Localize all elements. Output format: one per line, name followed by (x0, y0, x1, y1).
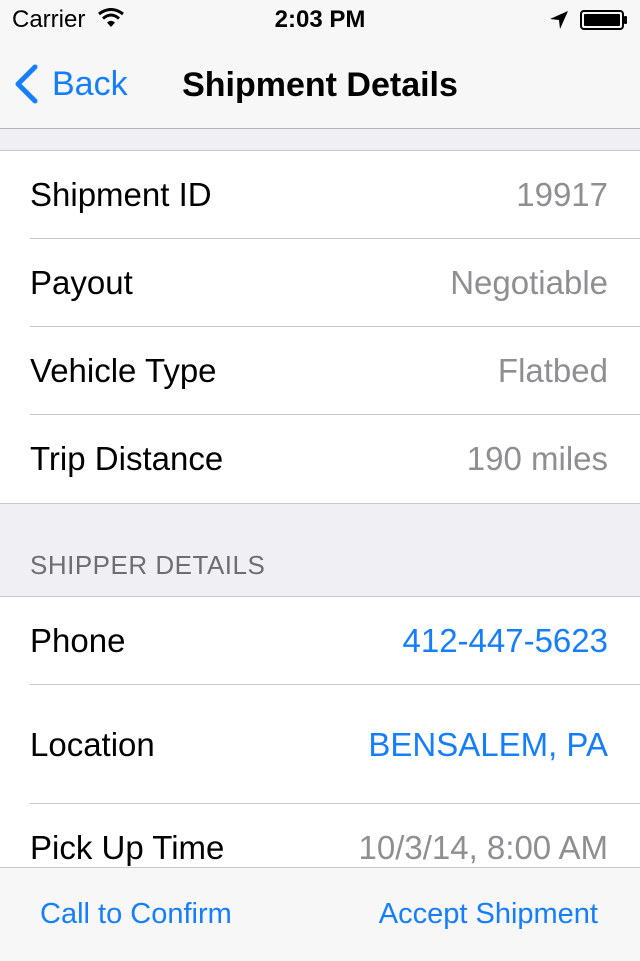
row-label: Location (30, 726, 155, 763)
status-bar: Carrier 2:03 PM (0, 0, 640, 40)
phone-link[interactable]: 412-447-5623 (402, 597, 608, 685)
row-value: Flatbed (497, 352, 608, 389)
detail-row-trip-distance: Trip Distance 190 miles (0, 415, 640, 503)
call-to-confirm-button[interactable]: Call to Confirm (40, 868, 232, 961)
clock: 2:03 PM (274, 6, 366, 33)
row-value: 19917 (516, 176, 608, 213)
detail-row-payout: Payout Negotiable (0, 239, 640, 327)
shipment-details-group: Shipment ID 19917 Payout Negotiable Vehi… (0, 150, 640, 504)
row-label: Phone (30, 622, 126, 659)
row-label: Payout (30, 264, 133, 301)
location-arrow-icon (549, 10, 569, 35)
row-label: Vehicle Type (30, 352, 217, 389)
row-value: 190 miles (466, 440, 608, 477)
section-header-shipper-details: SHIPPER DETAILS (30, 550, 266, 580)
detail-row-shipment-id: Shipment ID 19917 (0, 151, 640, 239)
battery-icon (580, 10, 628, 35)
location-link[interactable]: BENSALEM, PA (368, 685, 608, 804)
navigation-bar: Back Shipment Details (0, 40, 640, 129)
detail-row-vehicle-type: Vehicle Type Flatbed (0, 327, 640, 415)
bottom-toolbar: Call to Confirm Accept Shipment (0, 867, 640, 961)
shipper-details-group: Phone 412-447-5623 Location BENSALEM, PA… (0, 596, 640, 887)
row-label: Shipment ID (30, 176, 212, 213)
row-label: Trip Distance (30, 440, 224, 477)
page-title: Shipment Details (182, 66, 458, 104)
row-value: Negotiable (450, 264, 608, 301)
accept-shipment-button[interactable]: Accept Shipment (379, 868, 598, 961)
shipper-row-location[interactable]: Location BENSALEM, PA (0, 685, 640, 804)
shipper-row-phone[interactable]: Phone 412-447-5623 (0, 597, 640, 685)
